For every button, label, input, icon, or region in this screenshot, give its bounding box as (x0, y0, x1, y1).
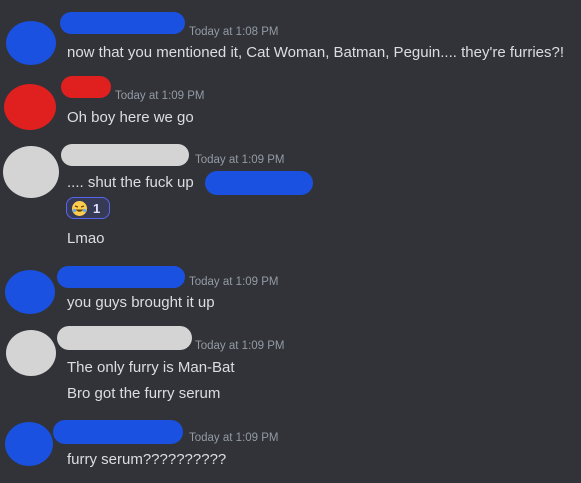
timestamp: Today at 1:09 PM (189, 432, 279, 444)
avatar[interactable] (5, 270, 55, 314)
message: Today at 1:09 PM you guys brought it up (0, 262, 581, 322)
username-redacted[interactable] (57, 326, 192, 350)
avatar[interactable] (4, 84, 56, 130)
message-text: now that you mentioned it, Cat Woman, Ba… (67, 44, 565, 61)
message-text: The only furry is Man-Bat (67, 359, 235, 376)
message: Today at 1:09 PM The only furry is Man-B… (0, 322, 581, 414)
avatar[interactable] (5, 422, 53, 466)
message-text: .... shut the fuck up (67, 174, 194, 191)
timestamp: Today at 1:09 PM (195, 154, 285, 166)
message: Today at 1:09 PM .... shut the fuck up 1… (0, 132, 581, 262)
username-redacted[interactable] (53, 420, 183, 444)
avatar[interactable] (6, 21, 56, 65)
message: Today at 1:09 PM Oh boy here we go (0, 70, 581, 132)
mention-redacted[interactable] (205, 171, 313, 195)
message: Today at 1:09 PM furry serum?????????? (0, 414, 581, 483)
avatar[interactable] (3, 146, 59, 198)
reaction-count: 1 (93, 200, 101, 216)
reaction-button[interactable]: 1 (66, 197, 110, 219)
timestamp: Today at 1:09 PM (115, 90, 205, 102)
rofl-emoji-icon (72, 200, 87, 216)
username-redacted[interactable] (60, 12, 185, 34)
message-text: furry serum?????????? (67, 451, 227, 468)
message-text: Lmao (67, 230, 105, 247)
timestamp: Today at 1:09 PM (189, 276, 279, 288)
username-redacted[interactable] (61, 144, 189, 166)
message-text: you guys brought it up (67, 294, 215, 311)
timestamp: Today at 1:09 PM (195, 340, 285, 352)
message-text: Bro got the furry serum (67, 385, 221, 402)
message-text: Oh boy here we go (67, 109, 194, 126)
username-redacted[interactable] (57, 266, 185, 288)
avatar[interactable] (6, 330, 56, 376)
timestamp: Today at 1:08 PM (189, 26, 279, 38)
username-redacted[interactable] (61, 76, 111, 98)
message: Today at 1:08 PM now that you mentioned … (0, 0, 581, 70)
